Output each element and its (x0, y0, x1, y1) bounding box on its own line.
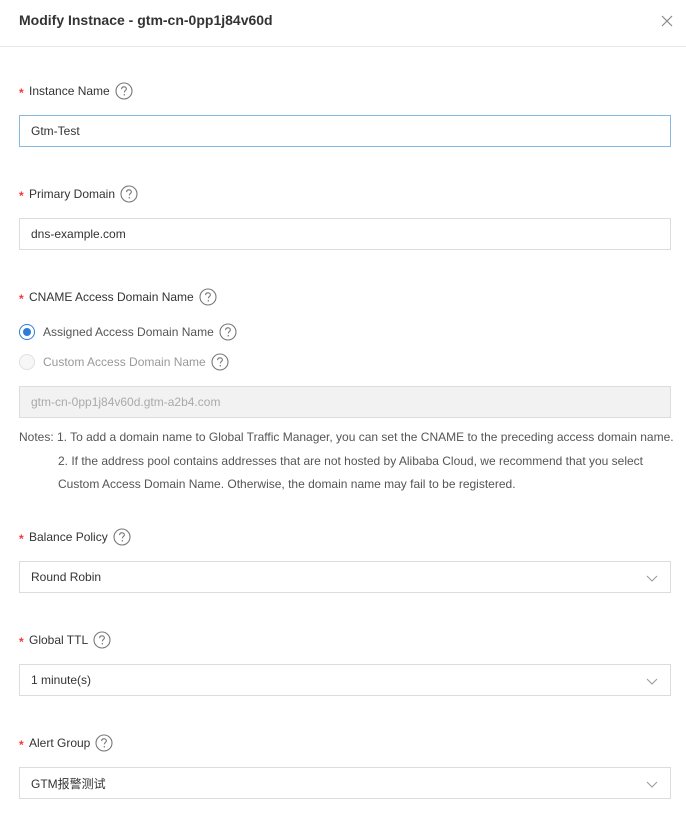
alert-group-label: Alert Group (29, 736, 91, 750)
instance-name-label: Instance Name (29, 84, 110, 98)
alert-group-select[interactable]: GTM报警测试 (19, 767, 671, 799)
balance-policy-label-row: * Balance Policy (19, 527, 131, 547)
alert-group-label-row: * Alert Group (19, 733, 113, 753)
dialog-title: Modify Instnace - gtm-cn-0pp1j84v60d (19, 12, 273, 28)
help-circle-icon[interactable] (115, 82, 133, 100)
help-circle-icon[interactable] (95, 734, 113, 752)
instance-name-label-row: * Instance Name (19, 81, 133, 101)
radio-assigned-label: Assigned Access Domain Name (43, 325, 214, 339)
help-circle-icon[interactable] (211, 353, 229, 371)
cname-notes: Notes: 1. To add a domain name to Global… (19, 426, 679, 497)
radio-assigned-domain[interactable]: Assigned Access Domain Name (19, 322, 237, 342)
global-ttl-value: 1 minute(s) (31, 673, 92, 687)
required-mark: * (19, 85, 24, 100)
help-circle-icon[interactable] (93, 631, 111, 649)
close-icon[interactable] (657, 11, 677, 31)
instance-name-value: Gtm-Test (31, 124, 80, 138)
primary-domain-value: dns-example.com (31, 227, 126, 241)
notes-line-2: 2. If the address pool contains addresse… (58, 453, 644, 468)
modify-instance-dialog: Modify Instnace - gtm-cn-0pp1j84v60d * I… (0, 0, 686, 816)
required-mark: * (19, 634, 24, 649)
balance-policy-select[interactable]: Round Robin (19, 561, 671, 593)
required-mark: * (19, 291, 24, 306)
radio-custom-label: Custom Access Domain Name (43, 355, 206, 369)
global-ttl-label-row: * Global TTL (19, 630, 111, 650)
help-circle-icon[interactable] (199, 288, 217, 306)
balance-policy-label: Balance Policy (29, 530, 108, 544)
chevron-down-icon (646, 572, 658, 582)
notes-line-3: Custom Access Domain Name. Otherwise, th… (58, 477, 516, 491)
global-ttl-select[interactable]: 1 minute(s) (19, 664, 671, 696)
chevron-down-icon (646, 778, 658, 788)
required-mark: * (19, 737, 24, 752)
notes-line-1: 1. To add a domain name to Global Traffi… (57, 430, 674, 444)
radio-button[interactable] (19, 354, 35, 370)
alert-group-value: GTM报警测试 (31, 776, 106, 791)
primary-domain-label-row: * Primary Domain (19, 184, 138, 204)
radio-custom-domain[interactable]: Custom Access Domain Name (19, 352, 229, 372)
help-circle-icon[interactable] (113, 528, 131, 546)
required-mark: * (19, 188, 24, 203)
cname-label-row: * CNAME Access Domain Name (19, 287, 217, 307)
primary-domain-input[interactable]: dns-example.com (19, 218, 671, 250)
help-circle-icon[interactable] (219, 323, 237, 341)
cname-domain-value: gtm-cn-0pp1j84v60d.gtm-a2b4.com (31, 395, 221, 409)
help-circle-icon[interactable] (120, 185, 138, 203)
balance-policy-value: Round Robin (31, 570, 102, 584)
dialog-header: Modify Instnace - gtm-cn-0pp1j84v60d (0, 0, 686, 47)
notes-prefix: Notes: (19, 430, 54, 444)
primary-domain-label: Primary Domain (29, 187, 116, 201)
cname-label: CNAME Access Domain Name (29, 290, 194, 304)
instance-name-input[interactable]: Gtm-Test (19, 115, 671, 147)
cname-domain-input: gtm-cn-0pp1j84v60d.gtm-a2b4.com (19, 386, 671, 418)
radio-button-checked[interactable] (19, 324, 35, 340)
chevron-down-icon (646, 675, 658, 685)
required-mark: * (19, 531, 24, 546)
global-ttl-label: Global TTL (29, 633, 89, 647)
